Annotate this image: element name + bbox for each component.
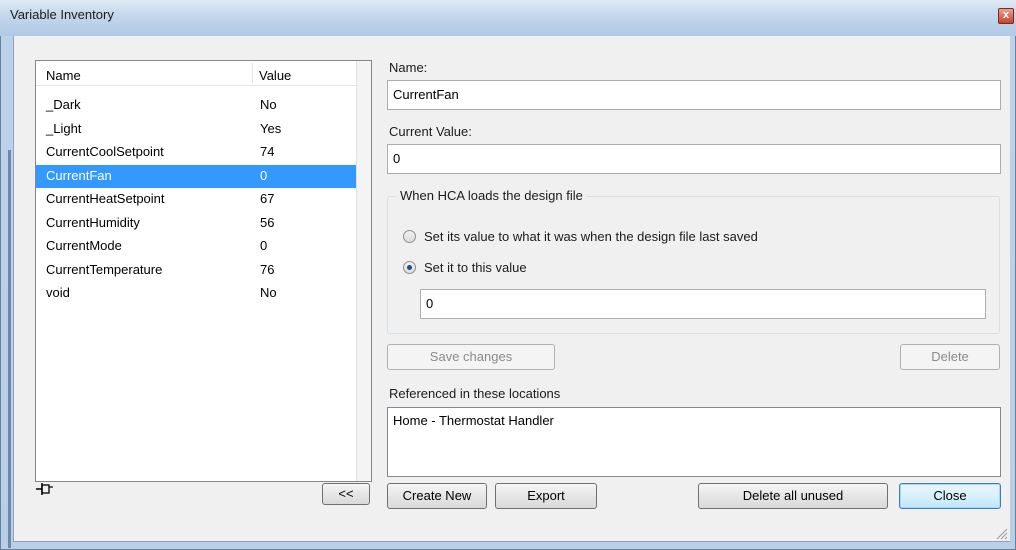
radio-last-saved[interactable] [403,230,416,243]
radio-this-value-label[interactable]: Set it to this value [424,260,527,275]
variable-row[interactable]: CurrentTemperature 76 [36,259,356,283]
variable-name: CurrentFan [46,167,112,183]
column-header-value[interactable]: Value [259,68,291,83]
title-bar[interactable]: Variable Inventory x [0,0,1016,36]
variable-row[interactable]: CurrentHeatSetpoint 67 [36,188,356,212]
referenced-locations-list[interactable]: Home - Thermostat Handler [387,407,1001,477]
resize-grip-icon[interactable] [994,526,1008,540]
variable-value: 56 [260,214,275,230]
radio-this-value[interactable] [403,261,416,274]
save-changes-button[interactable]: Save changes [387,344,555,370]
variable-value: 76 [260,261,275,277]
variable-name: _Dark [46,97,81,112]
variable-name: CurrentHumidity [46,214,140,230]
variable-name: CurrentTemperature [46,261,163,277]
variable-name: CurrentCoolSetpoint [46,144,164,159]
variable-row[interactable]: void No [36,282,356,306]
variable-value: 74 [260,144,275,159]
referenced-item[interactable]: Home - Thermostat Handler [393,413,554,428]
window-title: Variable Inventory [10,7,114,22]
close-window-button[interactable]: x [998,8,1014,24]
create-new-button[interactable]: Create New [387,483,487,509]
load-behavior-group-title: When HCA loads the design file [396,188,587,203]
variable-row[interactable]: CurrentMode 0 [36,235,356,259]
variable-row[interactable]: _Dark No [36,94,356,118]
list-body: _Dark No _Light Yes CurrentCoolSetpoint 74 Cur… [36,94,356,306]
radio-last-saved-label[interactable]: Set its value to what it was when the de… [424,229,758,244]
variable-value: 0 [260,167,268,183]
collapse-list-button[interactable]: << [322,483,370,505]
name-label: Name: [389,60,428,75]
variable-value: 0 [260,238,268,253]
pin-icon[interactable] [36,482,54,496]
variable-name: CurrentHeatSetpoint [46,191,165,206]
variable-name: CurrentMode [46,238,122,253]
name-field[interactable]: CurrentFan [387,80,1001,110]
variable-row[interactable]: CurrentHumidity 56 [36,212,356,236]
variable-value: No [260,285,277,300]
delete-all-unused-button[interactable]: Delete all unused [698,483,888,509]
this-value-field[interactable]: 0 [420,289,986,319]
current-value-field[interactable]: 0 [387,144,1001,174]
window-edge-accent [8,150,11,548]
variable-row[interactable]: CurrentFan 0 [36,164,356,188]
current-value-label: Current Value: [389,124,472,139]
variable-value: 67 [260,191,275,206]
list-header: Name Value [36,61,356,86]
variable-list[interactable]: Name Value _Dark No _Light Yes CurrentCoolSe… [35,60,372,482]
variable-value: No [260,97,277,112]
variable-row[interactable]: CurrentCoolSetpoint 74 [36,141,356,165]
export-button[interactable]: Export [495,483,597,509]
close-button[interactable]: Close [899,483,1001,509]
column-header-name[interactable]: Name [46,68,81,83]
list-scroll-area [356,61,371,481]
variable-row[interactable]: _Light Yes [36,118,356,142]
variable-name: _Light [46,120,82,136]
delete-button[interactable]: Delete [900,344,1000,370]
variable-value: Yes [260,120,282,136]
referenced-label: Referenced in these locations [389,386,561,401]
variable-name: void [46,285,70,300]
column-divider[interactable] [252,63,253,83]
